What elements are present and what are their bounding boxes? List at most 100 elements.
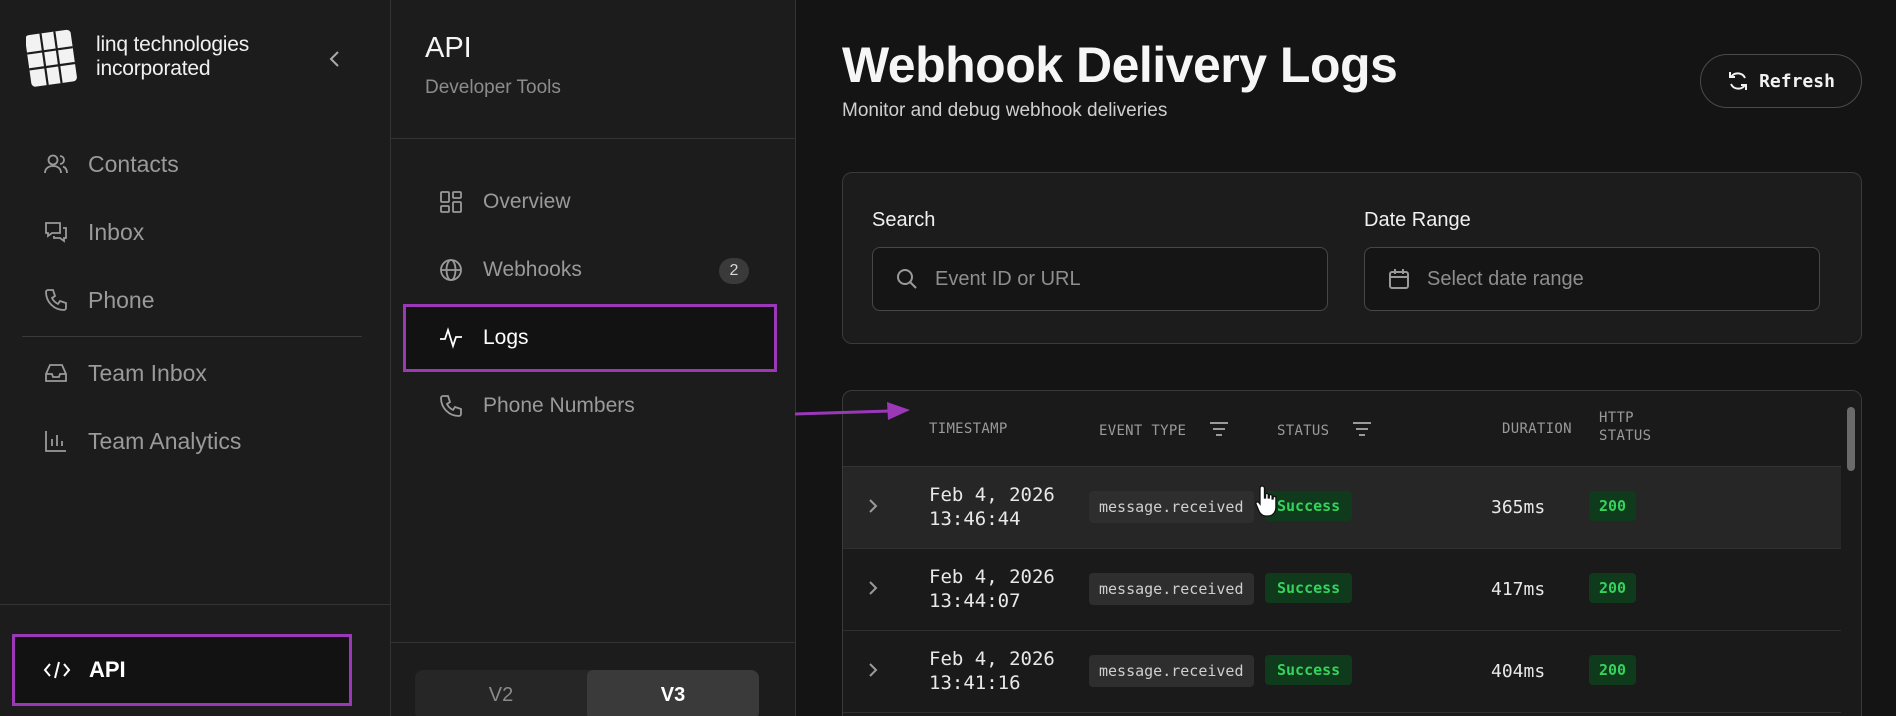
- timestamp-cell: Feb 4, 2026 13:44:07: [929, 565, 1055, 613]
- event-type-chip: message.received: [1089, 573, 1254, 605]
- search-icon: [897, 269, 917, 289]
- subnav-item-label: Webhooks: [483, 258, 582, 281]
- subnav-item-overview[interactable]: Overview: [415, 168, 773, 236]
- page-subtitle: Monitor and debug webhook deliveries: [842, 100, 1168, 121]
- filter-icon[interactable]: [1209, 421, 1229, 441]
- sidebar-item-label: Team Inbox: [88, 359, 207, 386]
- col-http-status-label: HTTP: [1599, 410, 1634, 426]
- refresh-button[interactable]: Refresh: [1700, 54, 1862, 108]
- sidebar-item-contacts[interactable]: Contacts: [22, 130, 362, 198]
- sidebar-item-label: Team Analytics: [88, 427, 242, 454]
- http-status-badge: 200: [1589, 655, 1637, 685]
- sidebar-item-team-inbox[interactable]: Team Inbox: [22, 339, 362, 407]
- col-duration-label: DURATION: [1502, 421, 1572, 437]
- collapse-sidebar-button[interactable]: [320, 44, 350, 74]
- calendar-icon: [1389, 269, 1409, 289]
- date-range-placeholder: Select date range: [1427, 267, 1584, 290]
- linq-logo-icon: [26, 29, 77, 87]
- http-status-badge: 200: [1589, 573, 1637, 603]
- page-title: Webhook Delivery Logs: [842, 37, 1398, 93]
- sidebar-item-label: Inbox: [88, 218, 145, 245]
- timestamp-cell: Feb 4, 2026 13:46:44: [929, 483, 1055, 531]
- event-type-chip: message.received: [1089, 491, 1254, 523]
- api-version-toggle: V2 V3: [415, 670, 759, 716]
- table-header: TIMESTAMP EVENT TYPE STATUS DURATION HTT…: [843, 391, 1843, 467]
- subpanel-title: API: [425, 32, 472, 64]
- col-event-type: EVENT TYPE: [1099, 421, 1229, 441]
- hand-cursor-icon: [1255, 485, 1277, 517]
- subnav-item-label: Phone Numbers: [483, 394, 635, 417]
- search-label: Search: [872, 209, 936, 231]
- subpanel-divider: [391, 138, 795, 139]
- duration-cell: 365ms: [1491, 497, 1546, 518]
- status-badge: Success: [1265, 655, 1353, 685]
- col-http-status-label: STATUS: [1599, 428, 1652, 444]
- expand-chevron-icon[interactable]: [867, 497, 879, 520]
- inbox-tray-icon: [42, 359, 70, 387]
- chevron-left-icon: [329, 51, 339, 67]
- duration-cell: 417ms: [1491, 579, 1546, 600]
- scrollbar-thumb[interactable]: [1847, 407, 1855, 471]
- nav-divider: [22, 336, 362, 337]
- app-window: linq technologies incorporated Contacts: [0, 0, 1896, 716]
- search-input[interactable]: Event ID or URL: [872, 247, 1328, 311]
- date-range-label: Date Range: [1364, 209, 1471, 231]
- timestamp-date: Feb 4, 2026: [929, 566, 1055, 588]
- subpanel-header: API Developer Tools: [425, 32, 561, 99]
- expand-chevron-icon[interactable]: [867, 579, 879, 602]
- sidebar-item-label: API: [89, 657, 126, 682]
- bar-chart-icon: [42, 427, 70, 455]
- api-subpanel: API Developer Tools Overview Webhooks 2 …: [391, 0, 796, 716]
- annotation-arrow-icon: [795, 402, 910, 420]
- filter-card: Search Event ID or URL Date Range Select…: [842, 172, 1862, 344]
- search-placeholder: Event ID or URL: [935, 267, 1081, 290]
- main-content: Webhook Delivery Logs Monitor and debug …: [796, 0, 1896, 716]
- status-badge: Success: [1265, 573, 1353, 603]
- primary-nav: Contacts Inbox Phone Team Inbox Team Ana…: [22, 130, 362, 475]
- code-icon: [43, 659, 71, 681]
- sidebar-item-inbox[interactable]: Inbox: [22, 198, 362, 266]
- subnav-item-phone-numbers[interactable]: Phone Numbers: [415, 372, 773, 440]
- timestamp-time: 13:41:16: [929, 672, 1021, 694]
- activity-icon: [437, 324, 465, 352]
- sidebar-item-api[interactable]: API: [12, 634, 352, 706]
- table-row[interactable]: Feb 4, 2026 13:44:07 message.received Su…: [843, 549, 1843, 631]
- timestamp-time: 13:46:44: [929, 508, 1021, 530]
- col-duration: DURATION: [1502, 421, 1572, 437]
- brand[interactable]: linq technologies incorporated: [26, 24, 286, 90]
- primary-sidebar: linq technologies incorporated Contacts: [0, 0, 391, 716]
- http-status-badge: 200: [1589, 491, 1637, 521]
- grid-icon: [437, 188, 465, 216]
- duration-cell: 404ms: [1491, 661, 1546, 682]
- refresh-label: Refresh: [1759, 70, 1835, 92]
- table-row[interactable]: Feb 4, 2026 13:46:44 message.received Su…: [843, 467, 1843, 549]
- brand-name: linq technologies incorporated: [96, 33, 250, 80]
- col-http-status: HTTP STATUS: [1599, 409, 1651, 445]
- sidebar-item-phone[interactable]: Phone: [22, 266, 362, 334]
- phone-icon: [437, 392, 465, 420]
- sidebar-item-team-analytics[interactable]: Team Analytics: [22, 407, 362, 475]
- col-timestamp-label: TIMESTAMP: [929, 421, 1008, 437]
- version-v2-button[interactable]: V2: [415, 670, 587, 716]
- expand-chevron-icon[interactable]: [867, 661, 879, 684]
- globe-icon: [437, 256, 465, 284]
- event-type-chip: message.received: [1089, 655, 1254, 687]
- timestamp-cell: Feb 4, 2026 13:41:16: [929, 647, 1055, 695]
- subpanel-subtitle: Developer Tools: [425, 77, 561, 98]
- subnav-item-logs[interactable]: Logs: [403, 304, 777, 372]
- filter-icon[interactable]: [1352, 421, 1372, 441]
- subnav-item-webhooks[interactable]: Webhooks 2: [415, 236, 773, 304]
- col-status-label: STATUS: [1277, 423, 1330, 439]
- subpanel-divider: [391, 642, 795, 643]
- date-range-input[interactable]: Select date range: [1364, 247, 1820, 311]
- users-icon: [42, 150, 70, 178]
- table-scrollbar[interactable]: [1841, 391, 1861, 716]
- version-v3-button[interactable]: V3: [587, 670, 759, 716]
- sidebar-item-label: Contacts: [88, 150, 179, 177]
- phone-icon: [42, 286, 70, 314]
- timestamp-date: Feb 4, 2026: [929, 648, 1055, 670]
- table-row[interactable]: Feb 4, 2026 13:41:16 message.received Su…: [843, 631, 1843, 713]
- webhooks-count-badge: 2: [719, 258, 749, 284]
- refresh-icon: [1729, 72, 1748, 90]
- chat-icon: [42, 218, 70, 246]
